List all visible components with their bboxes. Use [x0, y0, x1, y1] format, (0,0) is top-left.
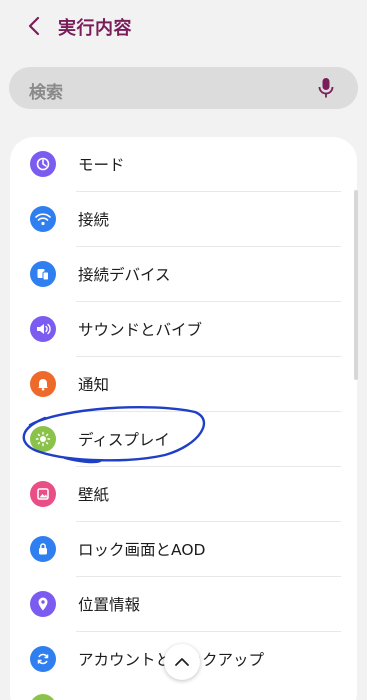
chevron-left-icon — [28, 16, 40, 36]
connected-devices-icon — [30, 261, 56, 287]
settings-item-connections[interactable]: 接続 — [10, 192, 357, 247]
settings-item-location[interactable]: 位置情報 — [10, 577, 357, 632]
sync-icon — [30, 646, 56, 672]
chevron-up-icon — [175, 658, 189, 666]
scrollbar[interactable] — [354, 190, 358, 380]
settings-list: モード 接続 接続デバイス サウンドとバイブ 通知 ディスプレイ 壁紙 ロック画… — [10, 137, 357, 700]
brightness-icon — [30, 426, 56, 452]
settings-item-label: 位置情報 — [78, 596, 141, 614]
settings-item-label: サウンドとバイブ — [78, 321, 203, 339]
modes-icon — [30, 151, 56, 177]
settings-item-label: ロック画面とAOD — [78, 541, 206, 559]
top-bar: 実行内容 — [0, 0, 367, 56]
bell-icon — [30, 371, 56, 397]
settings-item-display[interactable]: ディスプレイ — [10, 412, 357, 467]
location-icon — [30, 591, 56, 617]
sound-icon — [30, 316, 56, 342]
scroll-to-top-button[interactable] — [164, 644, 200, 680]
settings-item-lock-screen[interactable]: ロック画面とAOD — [10, 522, 357, 577]
settings-item-label: モード — [78, 156, 125, 174]
settings-item-connected-devices[interactable]: 接続デバイス — [10, 247, 357, 302]
back-button[interactable] — [22, 14, 46, 38]
settings-item-notifications[interactable]: 通知 — [10, 357, 357, 412]
lock-icon — [30, 536, 56, 562]
microphone-icon[interactable] — [316, 77, 336, 99]
settings-item-label: 接続 — [78, 211, 110, 229]
settings-item-wallpaper[interactable]: 壁紙 — [10, 467, 357, 522]
wallpaper-icon — [30, 481, 56, 507]
settings-item-modes[interactable]: モード — [10, 137, 357, 192]
settings-item-sound[interactable]: サウンドとバイブ — [10, 302, 357, 357]
settings-item-label: 接続デバイス — [78, 266, 171, 284]
settings-item-label: 壁紙 — [78, 486, 110, 504]
wifi-icon — [30, 206, 56, 232]
settings-item-label: 通知 — [78, 376, 110, 394]
page-title: 実行内容 — [58, 18, 132, 39]
search-bar[interactable]: 検索 — [9, 67, 358, 109]
settings-item-label: ディスプレイ — [78, 431, 170, 449]
search-input[interactable]: 検索 — [29, 78, 63, 103]
